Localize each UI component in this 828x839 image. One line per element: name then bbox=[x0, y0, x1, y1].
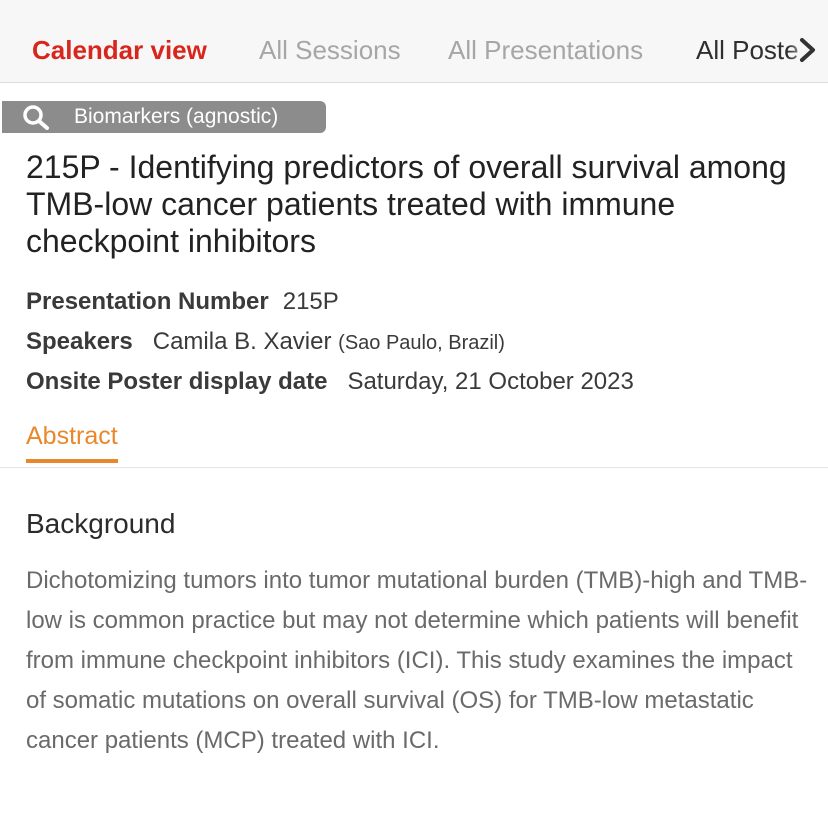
tab-calendar-view[interactable]: Calendar view bbox=[32, 34, 207, 66]
presentation-detail: Biomarkers (agnostic) 215P - Identifying… bbox=[0, 83, 828, 839]
poster-date-label: Onsite Poster display date bbox=[26, 368, 328, 395]
presentation-number-label: Presentation Number bbox=[26, 288, 269, 315]
background-text: Dichotomizing tumors into tumor mutation… bbox=[26, 567, 808, 754]
top-tab-bar: Calendar view All Sessions All Presentat… bbox=[0, 0, 828, 83]
divider bbox=[0, 467, 828, 468]
tab-all-sessions[interactable]: All Sessions bbox=[259, 34, 401, 66]
tab-all-presentations[interactable]: All Presentations bbox=[448, 34, 643, 66]
topic-badge[interactable]: Biomarkers (agnostic) bbox=[2, 101, 326, 133]
presentation-number-value: 215P bbox=[282, 288, 339, 315]
tab-all-posters[interactable]: All Poste bbox=[696, 34, 799, 66]
tab-abstract[interactable]: Abstract bbox=[26, 421, 118, 463]
presentation-number-row: Presentation Number 215P bbox=[26, 287, 339, 317]
poster-date-row: Onsite Poster display date Saturday, 21 O… bbox=[26, 367, 634, 397]
section-heading-background: Background bbox=[26, 508, 176, 539]
chevron-right-icon[interactable] bbox=[796, 36, 820, 64]
speakers-row: Speakers Camila B. Xavier (Sao Paulo, Bra… bbox=[26, 327, 505, 358]
poster-date-value: Saturday, 21 October 2023 bbox=[347, 368, 634, 395]
search-icon bbox=[23, 105, 49, 130]
speakers-label: Speakers bbox=[26, 328, 133, 355]
speaker-name[interactable]: Camila B. Xavier bbox=[153, 328, 332, 355]
speaker-location: (Sao Paulo, Brazil) bbox=[338, 332, 505, 354]
topic-badge-label: Biomarkers (agnostic) bbox=[74, 105, 279, 128]
presentation-title: 215P - Identifying predictors of overall… bbox=[26, 149, 787, 259]
